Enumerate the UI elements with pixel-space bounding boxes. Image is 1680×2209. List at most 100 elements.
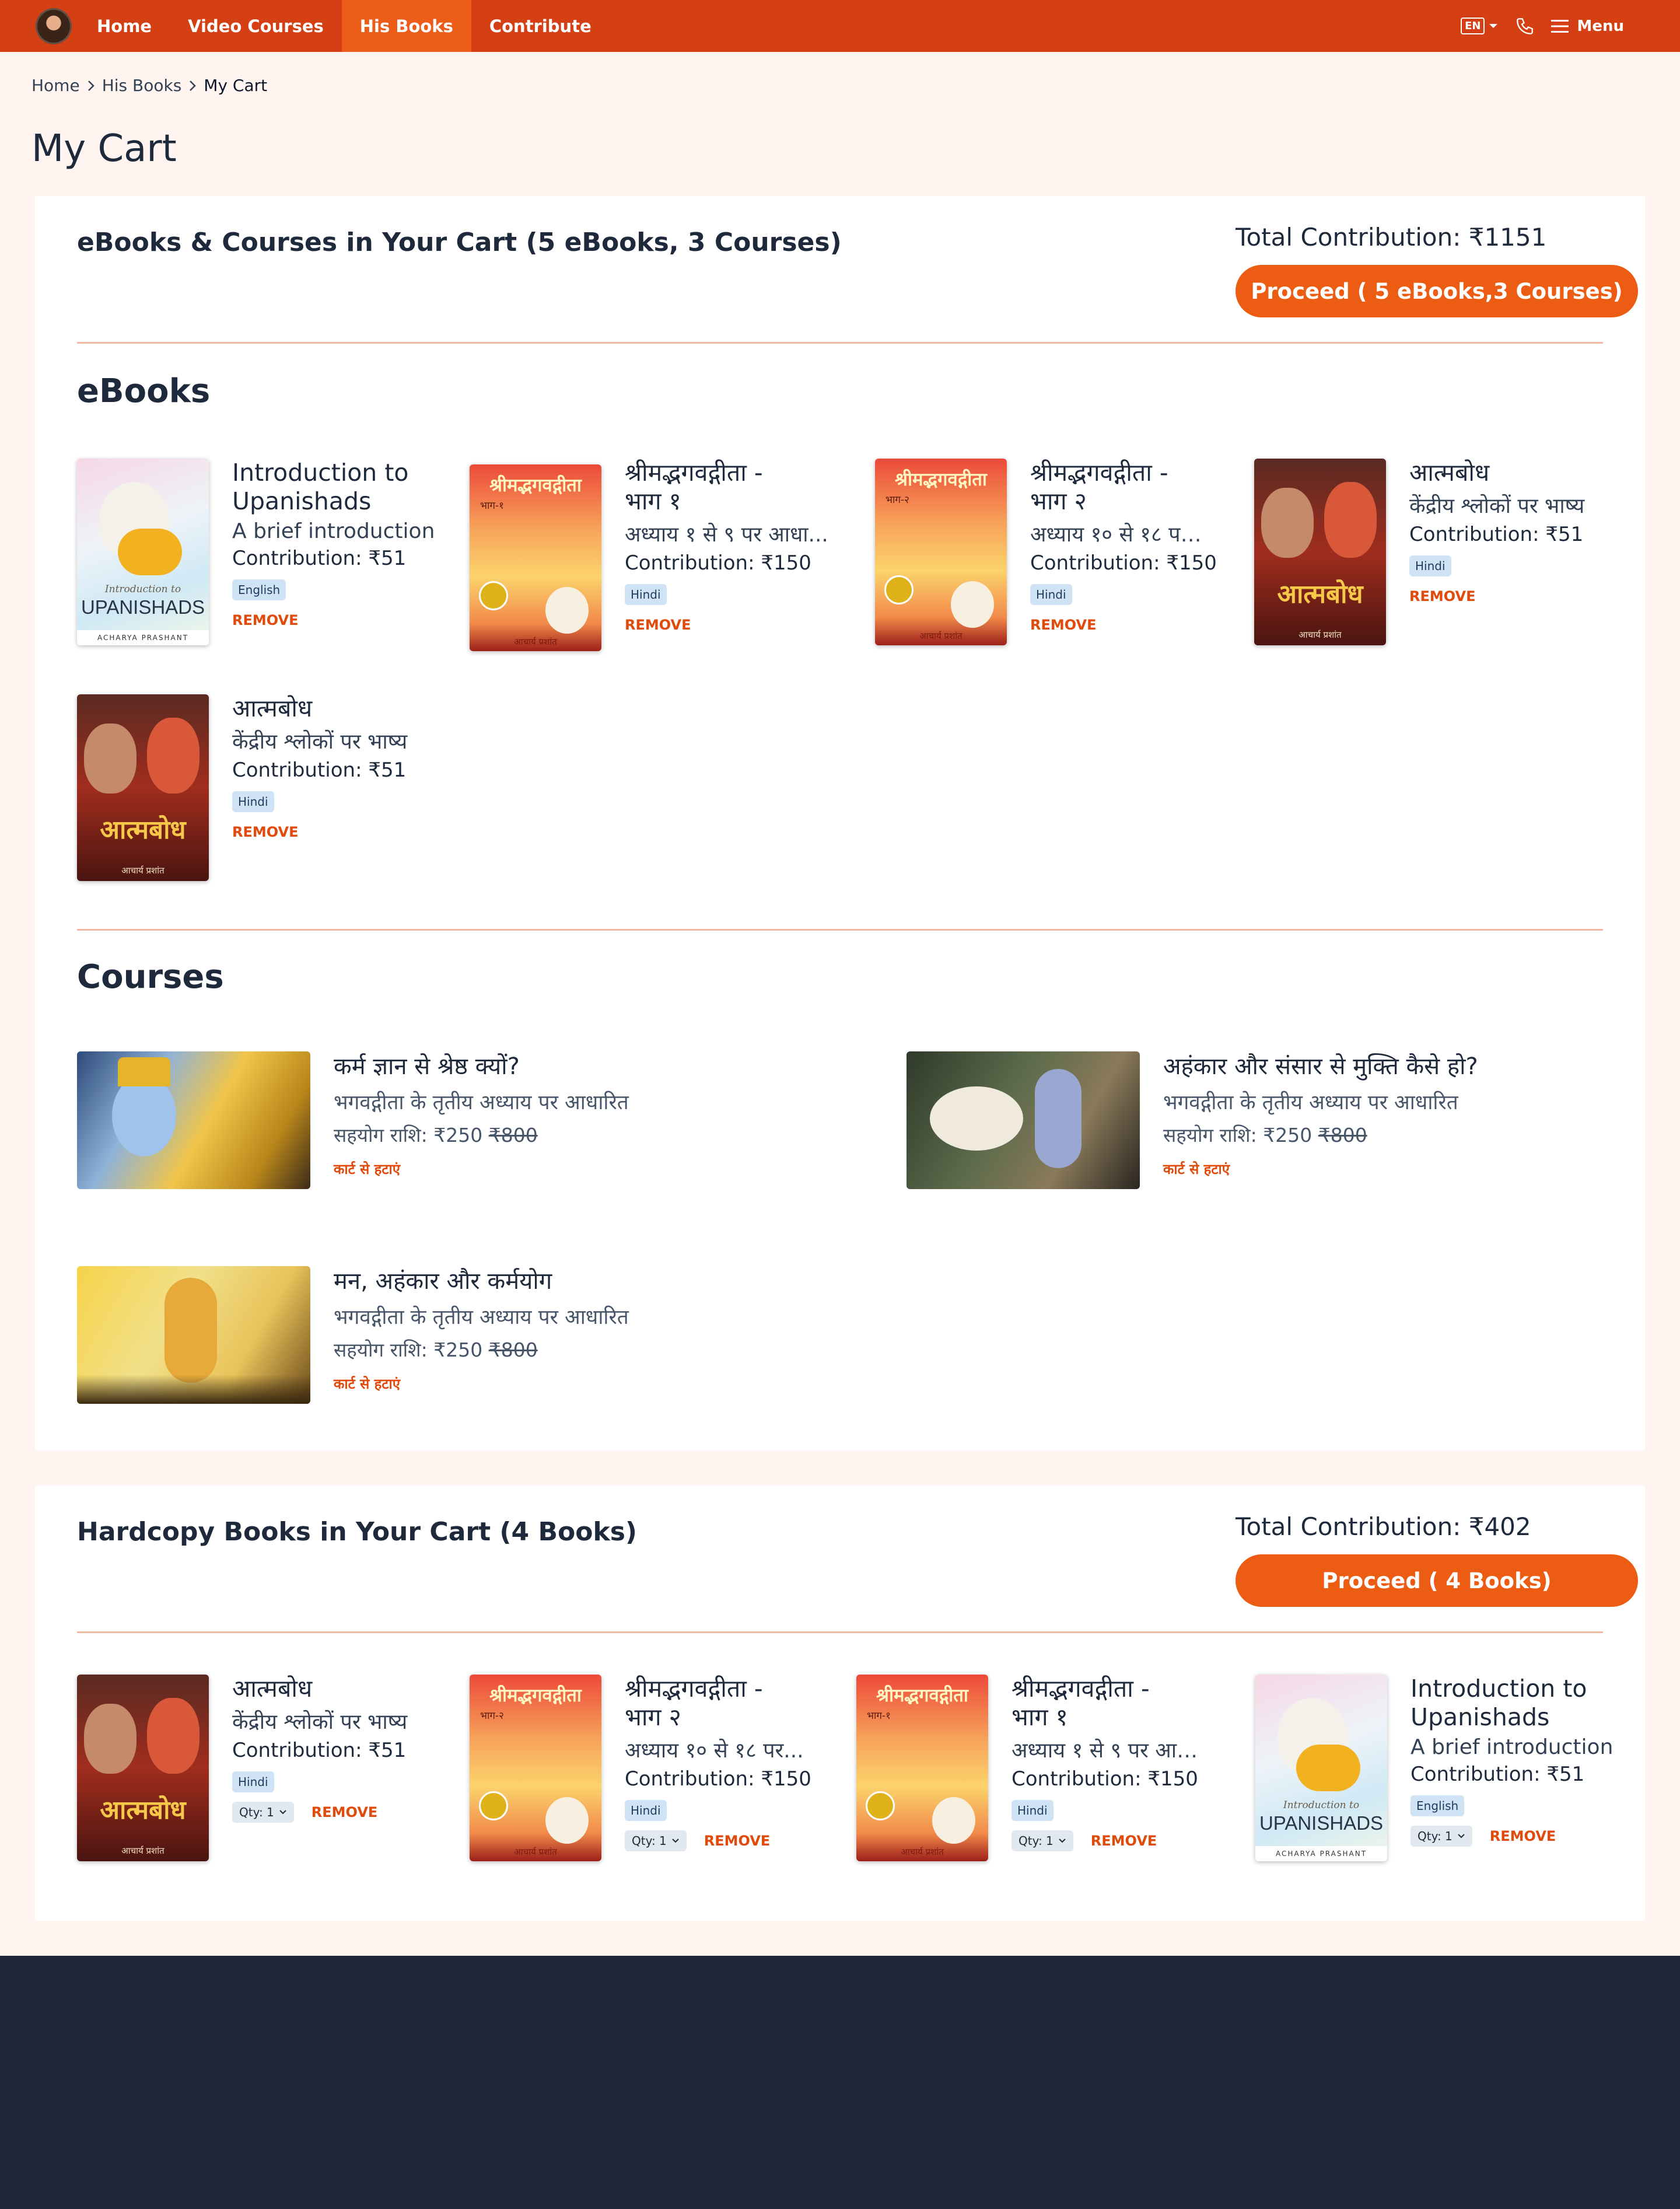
book-cover-gita-2[interactable]: श्रीमद्भगवद्गीता भाग-२ आचार्य प्रशांत <box>875 459 1007 645</box>
item-subtitle: अध्याय १० से १८ पर... <box>625 1739 804 1763</box>
item-actions: Qty: 1 REMOVE <box>1012 1830 1245 1851</box>
remove-button[interactable]: REMOVE <box>625 617 858 633</box>
remove-button[interactable]: REMOVE <box>1030 617 1264 633</box>
item-info: श्रीमद्भगवद्गीता - भाग १ अध्याय १ से ९ प… <box>625 459 858 633</box>
language-selector[interactable]: EN <box>1461 18 1499 34</box>
language-code: EN <box>1461 18 1485 34</box>
book-cover-upanishads[interactable]: Introduction to UPANISHADS ACHARYA PRASH… <box>1255 1675 1387 1861</box>
cover-author: आचार्य प्रशांत <box>514 1847 557 1857</box>
quantity-select[interactable]: Qty: 1 <box>1012 1830 1073 1851</box>
remove-course-button[interactable]: कार्ट से हटाएं <box>334 1159 859 1179</box>
course-thumbnail[interactable] <box>77 1266 310 1404</box>
ebook-item: Introduction to UPANISHADS ACHARYA PRASH… <box>77 459 450 651</box>
item-title: आत्मबोध <box>232 694 313 722</box>
book-cover-gita-2[interactable]: श्रीमद्भगवद्गीता भाग-२ आचार्य प्रशांत <box>470 1675 601 1861</box>
remove-course-button[interactable]: कार्ट से हटाएं <box>1163 1159 1642 1179</box>
chevron-right-icon <box>190 80 197 91</box>
course-thumbnail[interactable] <box>77 1051 310 1189</box>
cover-text: भाग-२ <box>886 494 909 506</box>
remove-button[interactable]: REMOVE <box>232 612 466 628</box>
breadcrumb-home[interactable]: Home <box>32 76 80 95</box>
item-contribution: Contribution: ₹51 <box>1410 1763 1585 1786</box>
book-cover-gita-1[interactable]: श्रीमद्भगवद्गीता भाग-१ आचार्य प्रशांत <box>856 1675 988 1861</box>
cover-text: UPANISHADS <box>1259 1812 1384 1834</box>
item-subtitle: केंद्रीय श्लोकों पर भाष्य <box>232 730 408 754</box>
item-actions: Qty: 1 REMOVE <box>232 1802 466 1823</box>
course-subtitle: भगवद्गीता के तृतीय अध्याय पर आधारित <box>334 1091 629 1114</box>
nav-home[interactable]: Home <box>79 0 170 52</box>
course-item: कर्म ज्ञान से श्रेष्ठ क्यों? भगवद्गीता क… <box>77 1051 894 1191</box>
language-badge: Hindi <box>1012 1800 1054 1821</box>
language-badge: Hindi <box>625 1800 667 1821</box>
hardcopy-cart-card: Hardcopy Books in Your Cart (4 Books) To… <box>35 1486 1645 1921</box>
nav-video-courses[interactable]: Video Courses <box>170 0 342 52</box>
language-badge: Hindi <box>232 1771 274 1792</box>
cover-text: आत्मबोध <box>100 1795 186 1825</box>
item-info: श्रीमद्भगवद्गीता - भाग २ अध्याय १० से १८… <box>625 1675 858 1851</box>
course-old-price: ₹800 <box>488 1338 538 1361</box>
item-title: आत्मबोध <box>1409 459 1490 487</box>
remove-button[interactable]: REMOVE <box>1490 1828 1556 1844</box>
course-item: अहंकार और संसार से मुक्ति कैसे हो? भगवद्… <box>907 1051 1636 1191</box>
hardcopy-total: Total Contribution: ₹402 <box>1236 1512 1531 1541</box>
remove-button[interactable]: REMOVE <box>1091 1833 1157 1849</box>
ebook-item: श्रीमद्भगवद्गीता भाग-१ आचार्य प्रशांत श्… <box>470 459 843 651</box>
cover-text: श्रीमद्भगवद्गीता <box>489 475 582 496</box>
book-cover-upanishads[interactable]: Introduction to UPANISHADS ACHARYA PRASH… <box>77 459 209 645</box>
language-badge: Hindi <box>1409 555 1451 576</box>
proceed-hardcopy-button[interactable]: Proceed ( 4 Books) <box>1236 1554 1638 1607</box>
hamburger-icon <box>1551 19 1569 33</box>
remove-button[interactable]: REMOVE <box>232 824 466 840</box>
item-contribution: Contribution: ₹51 <box>1409 523 1584 546</box>
course-old-price: ₹800 <box>1318 1124 1367 1147</box>
item-contribution: Contribution: ₹150 <box>1030 551 1217 575</box>
logo-avatar[interactable] <box>36 8 72 44</box>
hardcopy-item: श्रीमद्भगवद्गीता भाग-२ आचार्य प्रशांत श्… <box>470 1675 843 1873</box>
item-info: आत्मबोध केंद्रीय श्लोकों पर भाष्य Contri… <box>1409 459 1643 604</box>
remove-course-button[interactable]: कार्ट से हटाएं <box>334 1374 859 1393</box>
book-cover-atmabodh[interactable]: आत्मबोध आचार्य प्रशांत <box>1254 459 1386 645</box>
remove-button[interactable]: REMOVE <box>1409 588 1643 604</box>
course-item: मन, अहंकार और कर्मयोग भगवद्गीता के तृतीय… <box>77 1266 894 1406</box>
nav-contribute[interactable]: Contribute <box>471 0 610 52</box>
top-nav: Home Video Courses His Books Contribute … <box>0 0 1680 52</box>
course-price: सहयोग राशि: ₹250 ₹800 <box>334 1121 859 1148</box>
quantity-select[interactable]: Qty: 1 <box>625 1830 687 1851</box>
quantity-value: Qty: 1 <box>1418 1829 1452 1843</box>
item-title: श्रीमद्भगवद्गीता - भाग २ <box>625 1675 763 1731</box>
chevron-down-icon <box>672 1838 679 1843</box>
quantity-select[interactable]: Qty: 1 <box>1410 1826 1472 1847</box>
course-title: कर्म ज्ञान से श्रेष्ठ क्यों? <box>334 1053 520 1080</box>
book-cover-atmabodh[interactable]: आत्मबोध आचार्य प्रशांत <box>77 1675 209 1861</box>
remove-button[interactable]: REMOVE <box>704 1833 770 1849</box>
remove-button[interactable]: REMOVE <box>312 1804 377 1820</box>
item-actions: Qty: 1 REMOVE <box>1410 1826 1632 1847</box>
page-title: My Cart <box>32 127 177 170</box>
language-badge: English <box>1410 1795 1465 1816</box>
course-price-label: सहयोग राशि: ₹250 <box>334 1338 483 1361</box>
hardcopy-item: श्रीमद्भगवद्गीता भाग-१ आचार्य प्रशांत श्… <box>856 1675 1230 1873</box>
cover-text: भाग-२ <box>480 1710 504 1722</box>
breadcrumb-his-books[interactable]: His Books <box>102 76 182 95</box>
cover-author: आचार्य प्रशांत <box>1298 630 1342 640</box>
nav-right: EN Menu <box>1461 16 1624 36</box>
course-thumbnail[interactable] <box>907 1051 1140 1189</box>
item-title: Introduction to Upanishads <box>232 459 409 515</box>
breadcrumb-my-cart: My Cart <box>204 76 268 95</box>
cover-text: UPANISHADS <box>80 596 205 618</box>
book-cover-gita-1[interactable]: श्रीमद्भगवद्गीता भाग-१ आचार्य प्रशांत <box>470 464 601 651</box>
book-cover-atmabodh[interactable]: आत्मबोध आचार्य प्रशांत <box>77 694 209 881</box>
cover-author: आचार्य प्रशांत <box>919 631 963 641</box>
hardcopy-cart-title: Hardcopy Books in Your Cart (4 Books) <box>77 1517 638 1547</box>
quantity-select[interactable]: Qty: 1 <box>232 1802 294 1823</box>
nav-his-books[interactable]: His Books <box>341 0 471 52</box>
proceed-digital-button[interactable]: Proceed ( 5 eBooks,3 Courses) <box>1236 265 1638 317</box>
item-title: श्रीमद्भगवद्गीता - भाग १ <box>625 459 763 515</box>
ebook-item: आत्मबोध आचार्य प्रशांत आत्मबोध केंद्रीय … <box>77 694 450 887</box>
cover-text: आत्मबोध <box>1277 579 1363 609</box>
language-badge: Hindi <box>232 791 274 812</box>
menu-button[interactable]: Menu <box>1551 18 1624 35</box>
cover-author: आचार्य प्रशांत <box>514 637 557 647</box>
phone-icon[interactable] <box>1515 16 1535 36</box>
course-subtitle: भगवद्गीता के तृतीय अध्याय पर आधारित <box>334 1306 629 1329</box>
